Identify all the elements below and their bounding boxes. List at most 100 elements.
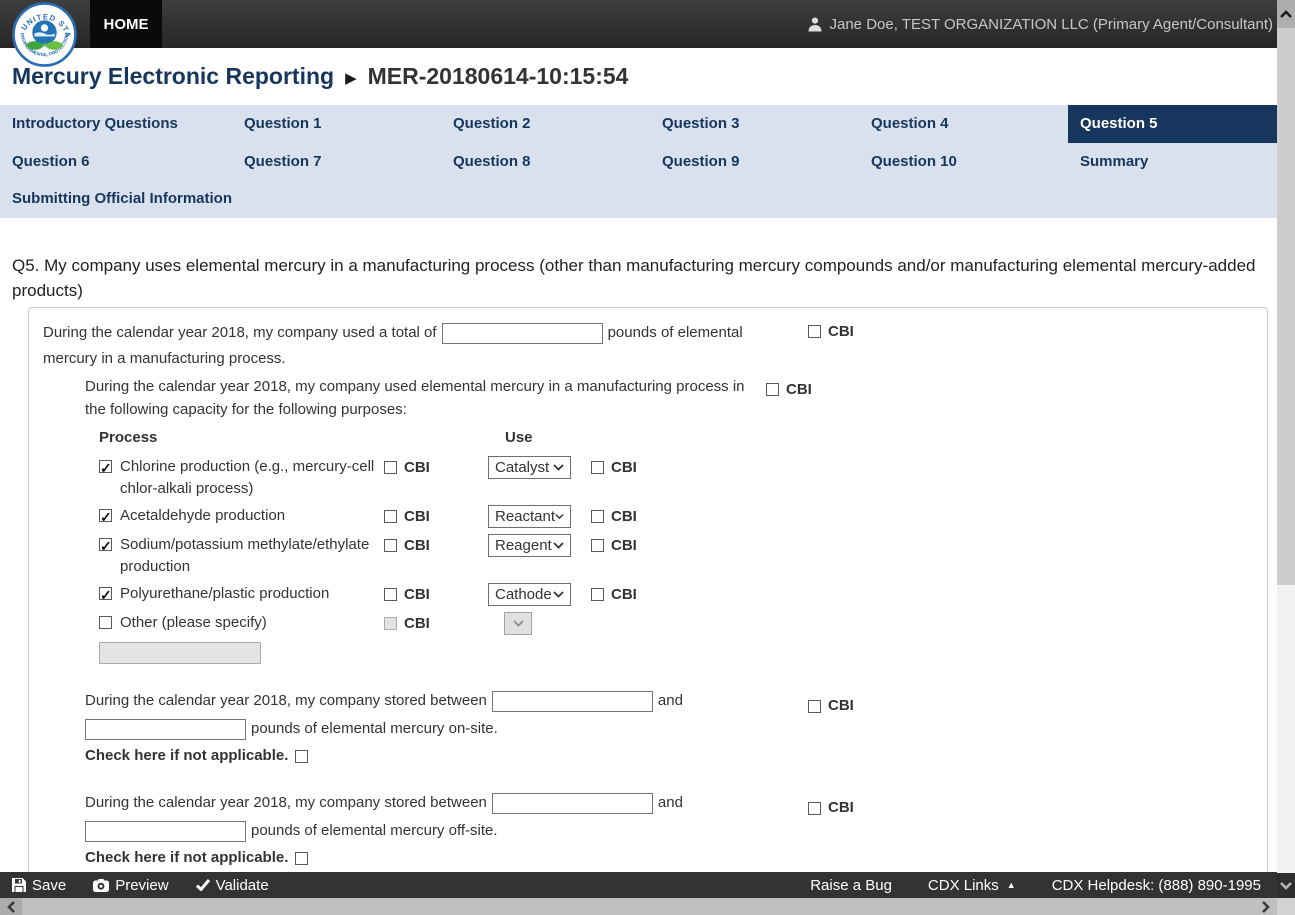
not-applicable-label: Check here if not applicable. xyxy=(85,746,288,766)
chevron-right-icon xyxy=(1262,901,1270,913)
cdx-helpdesk-label: CDX Helpdesk: (888) 890-1995 xyxy=(1052,877,1261,894)
use-cbi-checkbox[interactable]: ✓ xyxy=(591,588,604,601)
cbi-label: CBI xyxy=(404,586,430,603)
process-checkbox[interactable]: ✓ xyxy=(99,616,112,629)
stored-offsite-max-input[interactable] xyxy=(85,821,246,842)
stored-offsite-section: During the calendar year 2018, my compan… xyxy=(85,789,785,868)
cdx-links-menu[interactable]: CDX Links ▲ xyxy=(928,877,1016,894)
use-cbi-checkbox[interactable]: ✓ xyxy=(591,510,604,523)
tab-summary[interactable]: Summary xyxy=(1068,143,1277,181)
checkmark-icon: ✓ xyxy=(100,457,112,479)
raise-a-bug-link[interactable]: Raise a Bug xyxy=(810,877,892,894)
not-applicable-label: Check here if not applicable. xyxy=(85,848,288,868)
use-cbi-checkbox[interactable]: ✓ xyxy=(591,461,604,474)
use-cbi-checkbox[interactable]: ✓ xyxy=(591,539,604,552)
checkmark-icon: ✓ xyxy=(100,506,112,528)
preview-icon xyxy=(93,879,109,892)
question-heading: Q5. My company uses elemental mercury in… xyxy=(12,254,1268,303)
preview-button[interactable]: Preview xyxy=(93,877,168,894)
use-select[interactable]: Cathode xyxy=(488,583,571,606)
user-name-label: Jane Doe, TEST ORGANIZATION LLC (Primary… xyxy=(830,16,1274,33)
total-used-cbi: ✓ CBI xyxy=(808,323,854,340)
save-icon xyxy=(12,878,26,892)
process-label: Acetaldehyde production xyxy=(120,505,285,527)
scroll-right-arrow[interactable] xyxy=(1255,898,1277,915)
tab-submitting-official-information[interactable]: Submitting Official Information xyxy=(0,180,232,218)
validate-button[interactable]: Validate xyxy=(196,877,269,894)
top-header-bar: HOME Jane Doe, TEST ORGANIZATION LLC (Pr… xyxy=(0,0,1295,48)
cbi-label: CBI xyxy=(611,586,637,603)
total-pounds-input[interactable] xyxy=(442,323,603,344)
scroll-left-arrow[interactable] xyxy=(0,898,22,915)
tab-question-8[interactable]: Question 8 xyxy=(441,143,650,181)
stored-offsite-min-input[interactable] xyxy=(492,793,653,814)
process-label: Polyurethane/plastic production xyxy=(120,583,329,605)
use-select[interactable]: Reactant xyxy=(488,505,571,528)
tab-question-6[interactable]: Question 6 xyxy=(0,143,232,181)
tab-question-2[interactable]: Question 2 xyxy=(441,105,650,143)
cbi-label: CBI xyxy=(611,508,637,525)
use-select[interactable]: Reagent xyxy=(488,534,571,557)
report-id-label: MER-20180614-10:15:54 xyxy=(368,63,629,90)
chevron-down-icon xyxy=(553,464,564,471)
use-select[interactable]: Catalyst xyxy=(488,456,571,479)
home-button[interactable]: HOME xyxy=(90,0,162,48)
cbi-label: CBI xyxy=(828,692,854,720)
scroll-up-arrow[interactable] xyxy=(1277,0,1295,28)
stored-onsite-cbi: ✓ CBI xyxy=(808,692,854,720)
cbi-label: CBI xyxy=(404,508,430,525)
process-column-header: Process xyxy=(99,429,157,446)
scroll-down-arrow[interactable] xyxy=(1277,873,1295,898)
checkmark-icon: ✓ xyxy=(100,535,112,557)
horizontal-scrollbar[interactable] xyxy=(0,898,1277,915)
offsite-na-checkbox[interactable]: ✓ xyxy=(295,852,308,865)
tab-question-4[interactable]: Question 4 xyxy=(859,105,1068,143)
cbi-label: CBI xyxy=(404,459,430,476)
chevron-left-icon xyxy=(7,901,15,913)
process-cbi-checkbox[interactable]: ✓ xyxy=(384,510,397,523)
chevron-down-icon xyxy=(513,620,524,627)
stored-offsite-cbi: ✓ CBI xyxy=(808,794,854,822)
stored-onsite-max-input[interactable] xyxy=(85,719,246,740)
process-cbi-checkbox[interactable]: ✓ xyxy=(384,539,397,552)
vertical-scrollbar-thumb[interactable] xyxy=(1277,28,1295,585)
user-menu[interactable]: Jane Doe, TEST ORGANIZATION LLC (Primary… xyxy=(807,0,1274,48)
tab-question-7[interactable]: Question 7 xyxy=(232,143,441,181)
cbi-label: CBI xyxy=(404,615,430,632)
total-used-sentence: During the calendar year 2018, my compan… xyxy=(43,320,743,372)
scrollbar-corner xyxy=(1277,898,1295,915)
cbi-label: CBI xyxy=(786,381,812,398)
tab-question-9[interactable]: Question 9 xyxy=(650,143,859,181)
epa-logo: UNITED STATES ENVIRONMENTAL PROTECTION A… xyxy=(12,2,77,67)
process-checkbox[interactable]: ✓ xyxy=(99,538,112,551)
tab-question-5[interactable]: Question 5 xyxy=(1068,105,1277,143)
process-checkbox[interactable]: ✓ xyxy=(99,460,112,473)
capacity-sentence: During the calendar year 2018, my compan… xyxy=(85,375,750,421)
cbi-label: CBI xyxy=(828,794,854,822)
chevron-down-icon xyxy=(1280,882,1292,890)
tab-question-1[interactable]: Question 1 xyxy=(232,105,441,143)
onsite-na-checkbox[interactable]: ✓ xyxy=(295,750,308,763)
process-label: Sodium/potassium methylate/ethylate prod… xyxy=(120,534,391,578)
cbi-label: CBI xyxy=(828,323,854,340)
stored-onsite-min-input[interactable] xyxy=(492,691,653,712)
process-checkbox[interactable]: ✓ xyxy=(99,587,112,600)
process-cbi-checkbox[interactable]: ✓ xyxy=(384,588,397,601)
chevron-down-icon xyxy=(553,591,564,598)
tab-question-10[interactable]: Question 10 xyxy=(859,143,1068,181)
chevron-down-icon xyxy=(555,513,564,520)
stored-offsite-cbi-checkbox[interactable]: ✓ xyxy=(808,802,821,815)
capacity-cbi-checkbox[interactable]: ✓ xyxy=(766,383,779,396)
tab-introductory-questions[interactable]: Introductory Questions xyxy=(0,105,232,143)
process-cbi-checkbox[interactable]: ✓ xyxy=(384,461,397,474)
stored-onsite-cbi-checkbox[interactable]: ✓ xyxy=(808,700,821,713)
tab-question-3[interactable]: Question 3 xyxy=(650,105,859,143)
total-used-cbi-checkbox[interactable]: ✓ xyxy=(808,325,821,338)
process-checkbox[interactable]: ✓ xyxy=(99,509,112,522)
save-button[interactable]: Save xyxy=(12,877,66,894)
capacity-cbi: ✓ CBI xyxy=(766,381,812,398)
other-specify-input xyxy=(99,642,261,664)
vertical-scrollbar[interactable] xyxy=(1277,0,1295,898)
stored-onsite-section: During the calendar year 2018, my compan… xyxy=(85,687,785,766)
checkmark-icon: ✓ xyxy=(100,584,112,606)
